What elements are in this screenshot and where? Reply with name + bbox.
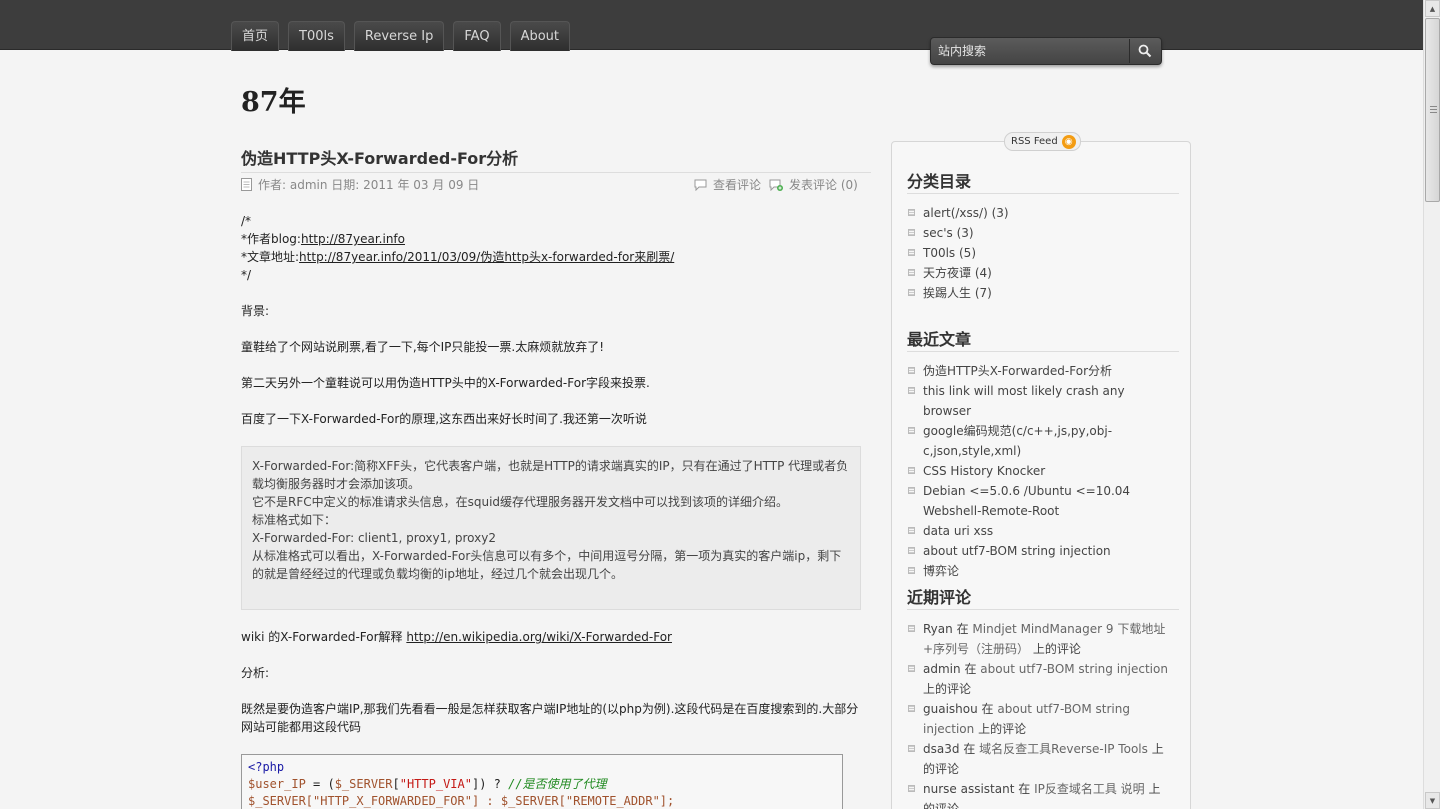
list-item[interactable]: 天方夜谭 (4) xyxy=(907,263,1177,283)
view-comments-link[interactable]: 查看评论 xyxy=(713,176,761,193)
divider xyxy=(241,172,871,173)
scroll-down-arrow[interactable]: ▼ xyxy=(1425,792,1440,809)
post-title[interactable]: 伪造HTTP头X-Forwarded-For分析 xyxy=(241,145,518,169)
categories-title: 分类目录 xyxy=(907,172,972,191)
list-item[interactable]: google编码规范(c/c++,js,py,obj-c,json,style,… xyxy=(907,421,1169,461)
post-meta: 作者: admin 日期: 2011 年 03 月 09 日 xyxy=(241,176,479,193)
list-item[interactable]: T00ls (5) xyxy=(907,243,1177,263)
comment-icon xyxy=(694,179,707,191)
list-item: admin 在 about utf7-BOM string injection … xyxy=(907,659,1171,699)
paragraph-background: 背景: xyxy=(241,304,270,318)
nav-faq[interactable]: FAQ xyxy=(453,21,501,51)
rss-icon: ◉ xyxy=(1061,134,1076,149)
list-item: nurse assistant 在 IP反查域名工具 说明 上的评论 xyxy=(907,779,1171,809)
nav-about[interactable]: About xyxy=(509,21,570,51)
comment-author[interactable]: nurse assistant xyxy=(923,782,1014,796)
wiki-paragraph: wiki 的X-Forwarded-For解释 http://en.wikipe… xyxy=(241,630,672,644)
author-blog-link[interactable]: http://87year.info xyxy=(301,232,405,246)
list-item[interactable]: about utf7-BOM string injection xyxy=(907,541,1169,561)
comment-post-link[interactable]: IP反查域名工具 说明 xyxy=(1034,782,1145,796)
list-item: guaishou 在 about utf7-BOM string injecti… xyxy=(907,699,1171,739)
nav-t00ls[interactable]: T00ls xyxy=(288,21,345,51)
divider xyxy=(907,351,1179,352)
rss-feed-button[interactable]: RSS Feed ◉ xyxy=(1004,132,1081,151)
list-item[interactable]: CSS History Knocker xyxy=(907,461,1169,481)
add-comment-icon xyxy=(769,179,784,191)
recent-comments-title: 近期评论 xyxy=(907,588,972,607)
scroll-up-arrow[interactable]: ▲ xyxy=(1425,0,1440,17)
divider xyxy=(907,609,1179,610)
list-item[interactable]: alert(/xss/) (3) xyxy=(907,203,1177,223)
site-search xyxy=(930,37,1162,65)
site-title[interactable]: 87年 xyxy=(241,80,306,119)
recent-comments-list: Ryan 在 Mindjet MindManager 9 下载地址+序列号（注册… xyxy=(907,619,1171,809)
list-item[interactable]: data uri xss xyxy=(907,521,1169,541)
document-icon xyxy=(241,178,252,191)
code-block: <?php $user_IP = ($_SERVER["HTTP_VIA"]) … xyxy=(241,754,843,809)
nav-reverse-ip[interactable]: Reverse Ip xyxy=(353,21,445,51)
paragraph-analysis: 分析: xyxy=(241,666,270,680)
scrollbar-thumb[interactable] xyxy=(1425,18,1440,202)
post-comment-links: 查看评论 发表评论 (0) xyxy=(694,176,858,193)
search-input[interactable] xyxy=(933,40,1129,62)
list-item[interactable]: sec's (3) xyxy=(907,223,1177,243)
search-icon xyxy=(1138,44,1152,58)
list-item[interactable]: 挨踢人生 (7) xyxy=(907,283,1177,303)
main-nav: 首页 T00ls Reverse Ip FAQ About xyxy=(231,21,579,51)
categories-list: alert(/xss/) (3) sec's (3) T00ls (5) 天方夜… xyxy=(907,203,1177,303)
list-item[interactable]: 伪造HTTP头X-Forwarded-For分析 xyxy=(907,361,1169,381)
comment-author[interactable]: admin xyxy=(923,662,961,676)
wiki-link[interactable]: http://en.wikipedia.org/wiki/X-Forwarded… xyxy=(406,630,672,644)
paragraph: 第二天另外一个童鞋说可以用伪造HTTP头中的X-Forwarded-For字段来… xyxy=(241,376,650,390)
recent-posts-list: 伪造HTTP头X-Forwarded-For分析 this link will … xyxy=(907,361,1169,581)
nav-home[interactable]: 首页 xyxy=(231,21,280,51)
search-button[interactable] xyxy=(1129,39,1160,63)
comment-author[interactable]: Ryan xyxy=(923,622,953,636)
comment-post-link[interactable]: 域名反查工具Reverse-IP Tools xyxy=(979,742,1148,756)
comment-author[interactable]: guaishou xyxy=(923,702,978,716)
list-item[interactable]: this link will most likely crash any bro… xyxy=(907,381,1169,421)
post-content: /* *作者blog:http://87year.info *文章地址:http… xyxy=(241,212,866,809)
paragraph: 百度了一下X-Forwarded-For的原理,这东西出来好长时间了.我还第一次… xyxy=(241,412,647,426)
divider xyxy=(907,193,1179,194)
post-comment-link[interactable]: 发表评论 (0) xyxy=(789,176,858,193)
recent-posts-title: 最近文章 xyxy=(907,330,972,349)
list-item: dsa3d 在 域名反查工具Reverse-IP Tools 上的评论 xyxy=(907,739,1171,779)
paragraph: 既然是要伪造客户端IP,那我们先看看一般是怎样获取客户端IP地址的(以php为例… xyxy=(241,702,859,734)
list-item[interactable]: 博弈论 xyxy=(907,561,1169,581)
article-url-link[interactable]: http://87year.info/2011/03/09/伪造http头x-f… xyxy=(299,250,674,264)
post-author-date: 作者: admin 日期: 2011 年 03 月 09 日 xyxy=(258,178,480,192)
comment-post-link[interactable]: about utf7-BOM string injection xyxy=(980,662,1168,676)
top-navigation-bar: 首页 T00ls Reverse Ip FAQ About xyxy=(0,0,1423,51)
list-item[interactable]: Debian <=5.0.6 /Ubuntu <=10.04 Webshell-… xyxy=(907,481,1169,521)
list-item: Ryan 在 Mindjet MindManager 9 下载地址+序列号（注册… xyxy=(907,619,1171,659)
vertical-scrollbar[interactable]: ▲ ▼ xyxy=(1423,0,1440,809)
header-comment: /* *作者blog:http://87year.info *文章地址:http… xyxy=(241,214,675,282)
blockquote: X-Forwarded-For:简称XFF头，它代表客户端，也就是HTTP的请求… xyxy=(241,446,861,610)
paragraph: 童鞋给了个网站说刷票,看了一下,每个IP只能投一票.太麻烦就放弃了! xyxy=(241,340,605,354)
comment-author[interactable]: dsa3d xyxy=(923,742,959,756)
